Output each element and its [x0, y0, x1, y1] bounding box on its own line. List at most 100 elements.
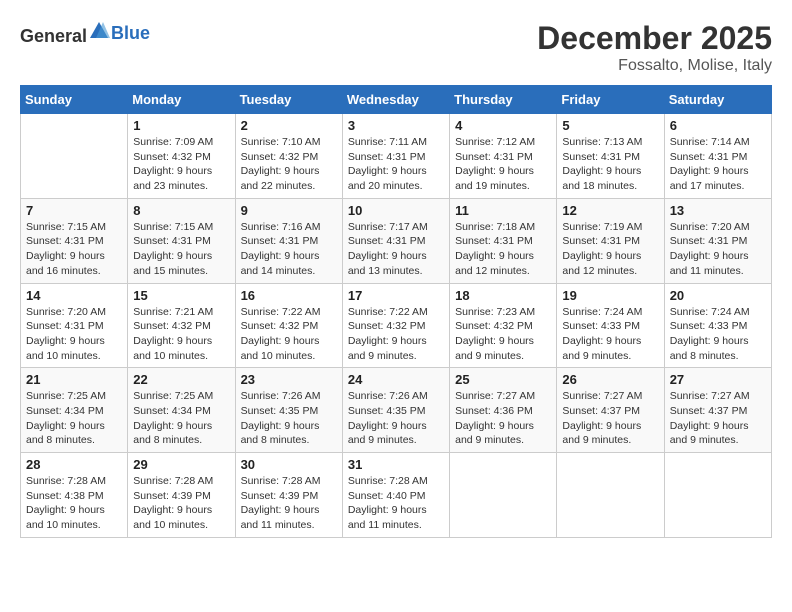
day-number: 1 [133, 118, 229, 133]
weekday-header: Friday [557, 86, 664, 114]
calendar-week-row: 28Sunrise: 7:28 AMSunset: 4:38 PMDayligh… [21, 453, 772, 538]
day-number: 18 [455, 288, 551, 303]
calendar-cell: 19Sunrise: 7:24 AMSunset: 4:33 PMDayligh… [557, 283, 664, 368]
calendar-cell: 4 Sunrise: 7:12 AMSunset: 4:31 PMDaylight… [450, 114, 557, 199]
day-number: 15 [133, 288, 229, 303]
day-info: Sunrise: 7:24 AMSunset: 4:33 PMDaylight:… [670, 305, 766, 364]
calendar-cell [664, 453, 771, 538]
calendar-cell [21, 114, 128, 199]
calendar-cell: 5Sunrise: 7:13 AMSunset: 4:31 PMDaylight… [557, 114, 664, 199]
day-number: 24 [348, 372, 444, 387]
weekday-header: Monday [128, 86, 235, 114]
calendar-cell: 7 Sunrise: 7:15 AMSunset: 4:31 PMDaylight… [21, 198, 128, 283]
weekday-header-row: SundayMondayTuesdayWednesdayThursdayFrid… [21, 86, 772, 114]
day-info: Sunrise: 7:18 AMSunset: 4:31 PMDaylight:… [455, 220, 551, 279]
day-info: Sunrise: 7:12 AMSunset: 4:31 PMDaylight:… [455, 135, 551, 194]
day-info: Sunrise: 7:27 AMSunset: 4:37 PMDaylight:… [562, 389, 658, 448]
day-number: 28 [26, 457, 122, 472]
day-info: Sunrise: 7:25 AMSunset: 4:34 PMDaylight:… [133, 389, 229, 448]
day-number: 7 [26, 203, 122, 218]
calendar-cell: 10 Sunrise: 7:17 AMSunset: 4:31 PMDayligh… [342, 198, 449, 283]
logo-blue: Blue [111, 23, 150, 43]
day-number: 22 [133, 372, 229, 387]
calendar-cell: 23 Sunrise: 7:26 AMSunset: 4:35 PMDayligh… [235, 368, 342, 453]
calendar-cell [557, 453, 664, 538]
day-number: 6 [670, 118, 766, 133]
location-title: Fossalto, Molise, Italy [537, 57, 772, 75]
day-info: Sunrise: 7:09 AMSunset: 4:32 PMDaylight:… [133, 135, 229, 194]
day-number: 3 [348, 118, 444, 133]
day-info: Sunrise: 7:14 AMSunset: 4:31 PMDaylight:… [670, 135, 766, 194]
day-info: Sunrise: 7:15 AMSunset: 4:31 PMDaylight:… [26, 220, 122, 279]
day-info: Sunrise: 7:16 AMSunset: 4:31 PMDaylight:… [241, 220, 337, 279]
weekday-header: Tuesday [235, 86, 342, 114]
day-number: 12 [562, 203, 658, 218]
calendar-week-row: 7 Sunrise: 7:15 AMSunset: 4:31 PMDaylight… [21, 198, 772, 283]
day-info: Sunrise: 7:25 AMSunset: 4:34 PMDaylight:… [26, 389, 122, 448]
day-info: Sunrise: 7:10 AMSunset: 4:32 PMDaylight:… [241, 135, 337, 194]
day-number: 30 [241, 457, 337, 472]
day-number: 2 [241, 118, 337, 133]
day-info: Sunrise: 7:13 AMSunset: 4:31 PMDaylight:… [562, 135, 658, 194]
day-number: 21 [26, 372, 122, 387]
logo: General Blue [20, 20, 150, 47]
weekday-header: Wednesday [342, 86, 449, 114]
calendar-cell: 16 Sunrise: 7:22 AMSunset: 4:32 PMDayligh… [235, 283, 342, 368]
month-title: December 2025 [537, 20, 772, 57]
day-info: Sunrise: 7:28 AMSunset: 4:40 PMDaylight:… [348, 474, 444, 533]
day-info: Sunrise: 7:26 AMSunset: 4:35 PMDaylight:… [241, 389, 337, 448]
calendar-cell: 3 Sunrise: 7:11 AMSunset: 4:31 PMDaylight… [342, 114, 449, 199]
day-info: Sunrise: 7:20 AMSunset: 4:31 PMDaylight:… [670, 220, 766, 279]
calendar-cell: 12Sunrise: 7:19 AMSunset: 4:31 PMDayligh… [557, 198, 664, 283]
day-number: 4 [455, 118, 551, 133]
calendar-cell: 28Sunrise: 7:28 AMSunset: 4:38 PMDayligh… [21, 453, 128, 538]
day-number: 10 [348, 203, 444, 218]
weekday-header: Saturday [664, 86, 771, 114]
day-number: 17 [348, 288, 444, 303]
calendar-cell: 11Sunrise: 7:18 AMSunset: 4:31 PMDayligh… [450, 198, 557, 283]
calendar-cell: 22 Sunrise: 7:25 AMSunset: 4:34 PMDayligh… [128, 368, 235, 453]
calendar-cell: 8 Sunrise: 7:15 AMSunset: 4:31 PMDaylight… [128, 198, 235, 283]
calendar-cell: 17 Sunrise: 7:22 AMSunset: 4:32 PMDayligh… [342, 283, 449, 368]
day-info: Sunrise: 7:20 AMSunset: 4:31 PMDaylight:… [26, 305, 122, 364]
calendar-cell: 21 Sunrise: 7:25 AMSunset: 4:34 PMDayligh… [21, 368, 128, 453]
day-number: 20 [670, 288, 766, 303]
day-info: Sunrise: 7:23 AMSunset: 4:32 PMDaylight:… [455, 305, 551, 364]
calendar-cell: 15Sunrise: 7:21 AMSunset: 4:32 PMDayligh… [128, 283, 235, 368]
calendar-cell: 18 Sunrise: 7:23 AMSunset: 4:32 PMDayligh… [450, 283, 557, 368]
day-number: 8 [133, 203, 229, 218]
day-number: 25 [455, 372, 551, 387]
calendar-cell: 2 Sunrise: 7:10 AMSunset: 4:32 PMDaylight… [235, 114, 342, 199]
calendar-cell [450, 453, 557, 538]
day-info: Sunrise: 7:24 AMSunset: 4:33 PMDaylight:… [562, 305, 658, 364]
title-block: December 2025 Fossalto, Molise, Italy [537, 20, 772, 75]
day-info: Sunrise: 7:11 AMSunset: 4:31 PMDaylight:… [348, 135, 444, 194]
calendar-cell: 27Sunrise: 7:27 AMSunset: 4:37 PMDayligh… [664, 368, 771, 453]
calendar-cell: 13 Sunrise: 7:20 AMSunset: 4:31 PMDayligh… [664, 198, 771, 283]
calendar-week-row: 14 Sunrise: 7:20 AMSunset: 4:31 PMDayligh… [21, 283, 772, 368]
logo-icon [88, 20, 110, 42]
weekday-header: Thursday [450, 86, 557, 114]
calendar-cell: 1 Sunrise: 7:09 AMSunset: 4:32 PMDaylight… [128, 114, 235, 199]
day-number: 13 [670, 203, 766, 218]
calendar-cell: 25 Sunrise: 7:27 AMSunset: 4:36 PMDayligh… [450, 368, 557, 453]
logo-general: General [20, 26, 87, 46]
day-info: Sunrise: 7:17 AMSunset: 4:31 PMDaylight:… [348, 220, 444, 279]
day-info: Sunrise: 7:27 AMSunset: 4:36 PMDaylight:… [455, 389, 551, 448]
day-info: Sunrise: 7:22 AMSunset: 4:32 PMDaylight:… [348, 305, 444, 364]
calendar-cell: 26Sunrise: 7:27 AMSunset: 4:37 PMDayligh… [557, 368, 664, 453]
day-info: Sunrise: 7:22 AMSunset: 4:32 PMDaylight:… [241, 305, 337, 364]
day-number: 31 [348, 457, 444, 472]
calendar-cell: 30 Sunrise: 7:28 AMSunset: 4:39 PMDayligh… [235, 453, 342, 538]
day-info: Sunrise: 7:28 AMSunset: 4:39 PMDaylight:… [241, 474, 337, 533]
day-number: 9 [241, 203, 337, 218]
calendar-cell: 9 Sunrise: 7:16 AMSunset: 4:31 PMDaylight… [235, 198, 342, 283]
day-number: 14 [26, 288, 122, 303]
calendar-cell: 24Sunrise: 7:26 AMSunset: 4:35 PMDayligh… [342, 368, 449, 453]
day-number: 27 [670, 372, 766, 387]
calendar-cell: 6 Sunrise: 7:14 AMSunset: 4:31 PMDaylight… [664, 114, 771, 199]
day-number: 16 [241, 288, 337, 303]
day-number: 23 [241, 372, 337, 387]
day-info: Sunrise: 7:15 AMSunset: 4:31 PMDaylight:… [133, 220, 229, 279]
weekday-header: Sunday [21, 86, 128, 114]
